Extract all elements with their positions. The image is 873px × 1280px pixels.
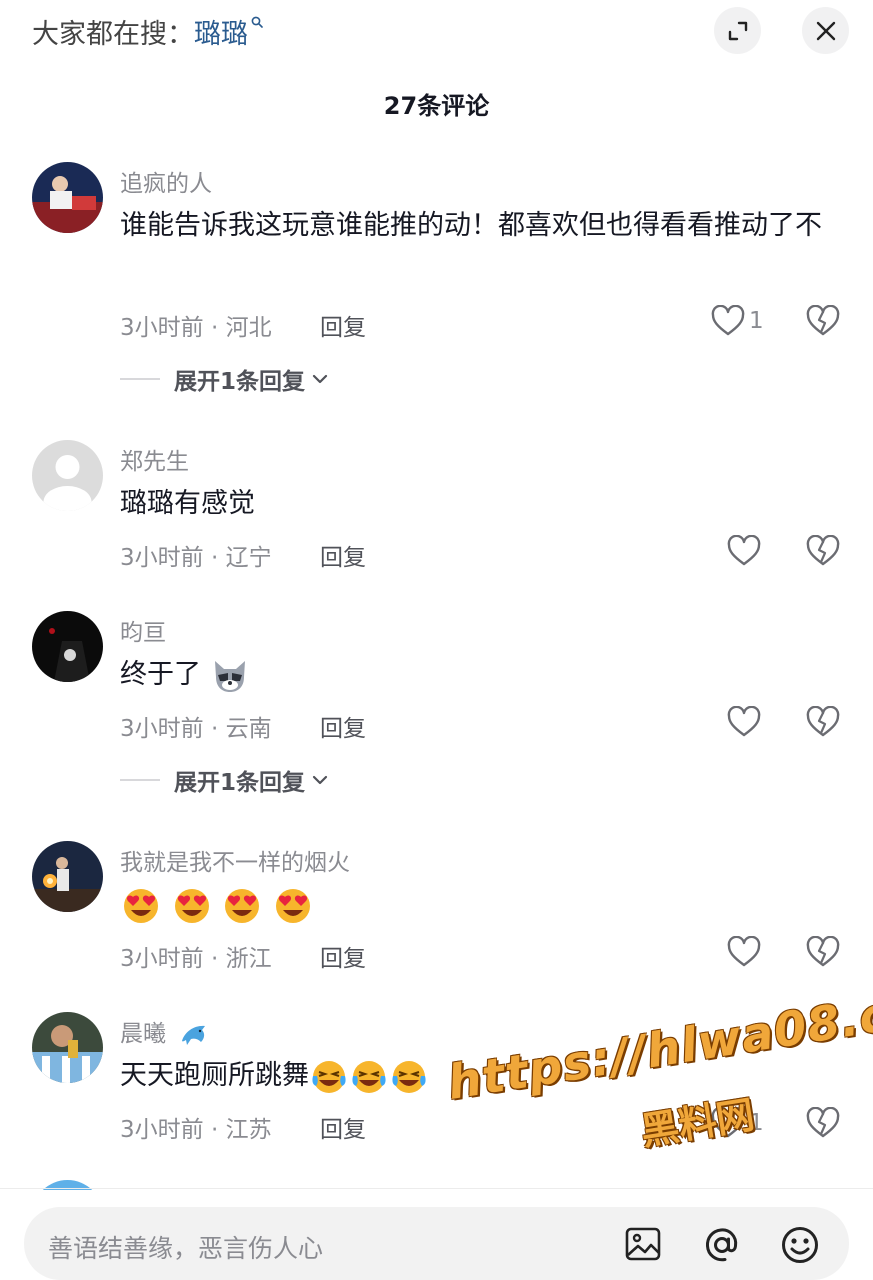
comment-username[interactable]: 昀亘 (120, 613, 166, 647)
laughing-crying-emoji-icon (312, 1060, 346, 1093)
image-icon (625, 1227, 661, 1261)
expand-replies-button[interactable]: 展开1条回复 (120, 362, 329, 396)
like-button[interactable]: 1 (711, 305, 764, 337)
dislike-button[interactable] (806, 1106, 840, 1143)
comment-text: 谁能告诉我这玩意谁能推的动！都喜欢但也得看看推动了不 (120, 210, 822, 241)
broken-heart-icon (806, 304, 840, 336)
input-divider (0, 1188, 873, 1189)
expand-divider-line (120, 378, 160, 380)
dislike-button[interactable] (806, 705, 840, 742)
expand-divider-line (120, 779, 160, 781)
comment-emoji-row (120, 881, 830, 928)
at-mention-icon (705, 1228, 738, 1262)
comment-time-location: 3小时前 · 云南 (120, 716, 272, 742)
expand-replies-button[interactable]: 展开1条回复 (120, 763, 329, 797)
laughing-crying-emoji-icon (392, 1060, 426, 1093)
avatar[interactable] (32, 611, 103, 682)
like-button[interactable] (727, 706, 761, 738)
like-count: 1 (749, 308, 764, 334)
expand-button[interactable] (714, 7, 761, 54)
heart-icon (711, 305, 745, 336)
avatar[interactable] (32, 162, 103, 233)
heart-eyes-emoji-icon (225, 888, 260, 923)
comment-count-title: 27条评论 (383, 92, 490, 120)
comment-username[interactable]: 我就是我不一样的烟火 (120, 843, 350, 877)
close-icon (816, 21, 835, 40)
trending-search-term[interactable]: 璐璐 (194, 19, 248, 50)
heart-eyes-emoji-icon (124, 888, 158, 923)
laughing-crying-emoji-icon (352, 1060, 386, 1093)
dislike-button[interactable] (806, 534, 840, 571)
comment-input[interactable]: 善语结善缘，恶言伤人心 (48, 1229, 323, 1265)
heart-icon (727, 936, 761, 967)
avatar[interactable] (32, 440, 103, 511)
comment-text: 璐璐有感觉 (120, 488, 255, 519)
top-bar: 大家都在搜：璐璐 (0, 0, 873, 60)
comment-username[interactable]: 追疯的人 (120, 164, 212, 198)
reply-button[interactable]: 回复 (320, 1110, 366, 1144)
comment-input-bar[interactable]: 善语结善缘，恶言伤人心 (24, 1207, 849, 1280)
chevron-down-icon (312, 374, 328, 384)
reply-button[interactable]: 回复 (320, 308, 366, 342)
comment-time-location: 3小时前 · 河北 (120, 315, 272, 341)
dislike-button[interactable] (806, 304, 840, 341)
heart-eyes-emoji-icon (275, 888, 310, 923)
raccoon-emoji-icon (214, 660, 245, 692)
broken-heart-icon (806, 935, 840, 967)
avatar[interactable] (32, 841, 103, 912)
comment-text: 天天跑厕所跳舞 (120, 1060, 309, 1091)
emoji-button[interactable] (780, 1225, 820, 1269)
reply-button[interactable]: 回复 (320, 538, 366, 572)
reply-button[interactable]: 回复 (320, 939, 366, 973)
heart-icon (727, 706, 761, 737)
collapse-expand-icon (728, 21, 747, 40)
dolphin-icon (182, 1025, 206, 1045)
like-button[interactable] (727, 535, 761, 567)
comment-username[interactable]: 郑先生 (120, 442, 189, 476)
broken-heart-icon (806, 705, 840, 737)
mention-button[interactable] (702, 1225, 742, 1269)
search-icon (251, 16, 263, 28)
heart-icon (727, 535, 761, 566)
dislike-button[interactable] (806, 935, 840, 972)
emoji-icon (782, 1227, 818, 1263)
comment-time-location: 3小时前 · 浙江 (120, 946, 272, 972)
comment-username-text: 晨曦 (120, 1021, 166, 1047)
image-button[interactable] (624, 1225, 662, 1267)
expand-replies-label: 展开1条回复 (174, 770, 306, 796)
expand-replies-label: 展开1条回复 (174, 369, 306, 395)
like-button[interactable] (727, 936, 761, 968)
trending-search[interactable]: 大家都在搜：璐璐 (32, 12, 263, 51)
heart-eyes-emoji-icon (174, 888, 209, 923)
chevron-down-icon (312, 775, 328, 785)
close-button[interactable] (802, 7, 849, 54)
broken-heart-icon (806, 534, 840, 566)
reply-button[interactable]: 回复 (320, 709, 366, 743)
trending-search-prefix: 大家都在搜： (32, 19, 194, 50)
comment-content: 终于了 (120, 651, 830, 698)
comment-time-location: 3小时前 · 江苏 (120, 1117, 272, 1143)
comment-time-location: 3小时前 · 辽宁 (120, 545, 272, 571)
comment-username[interactable]: 晨曦 (120, 1014, 209, 1049)
broken-heart-icon (806, 1106, 840, 1138)
comment-text: 终于了 (120, 659, 201, 690)
avatar[interactable] (32, 1012, 103, 1083)
